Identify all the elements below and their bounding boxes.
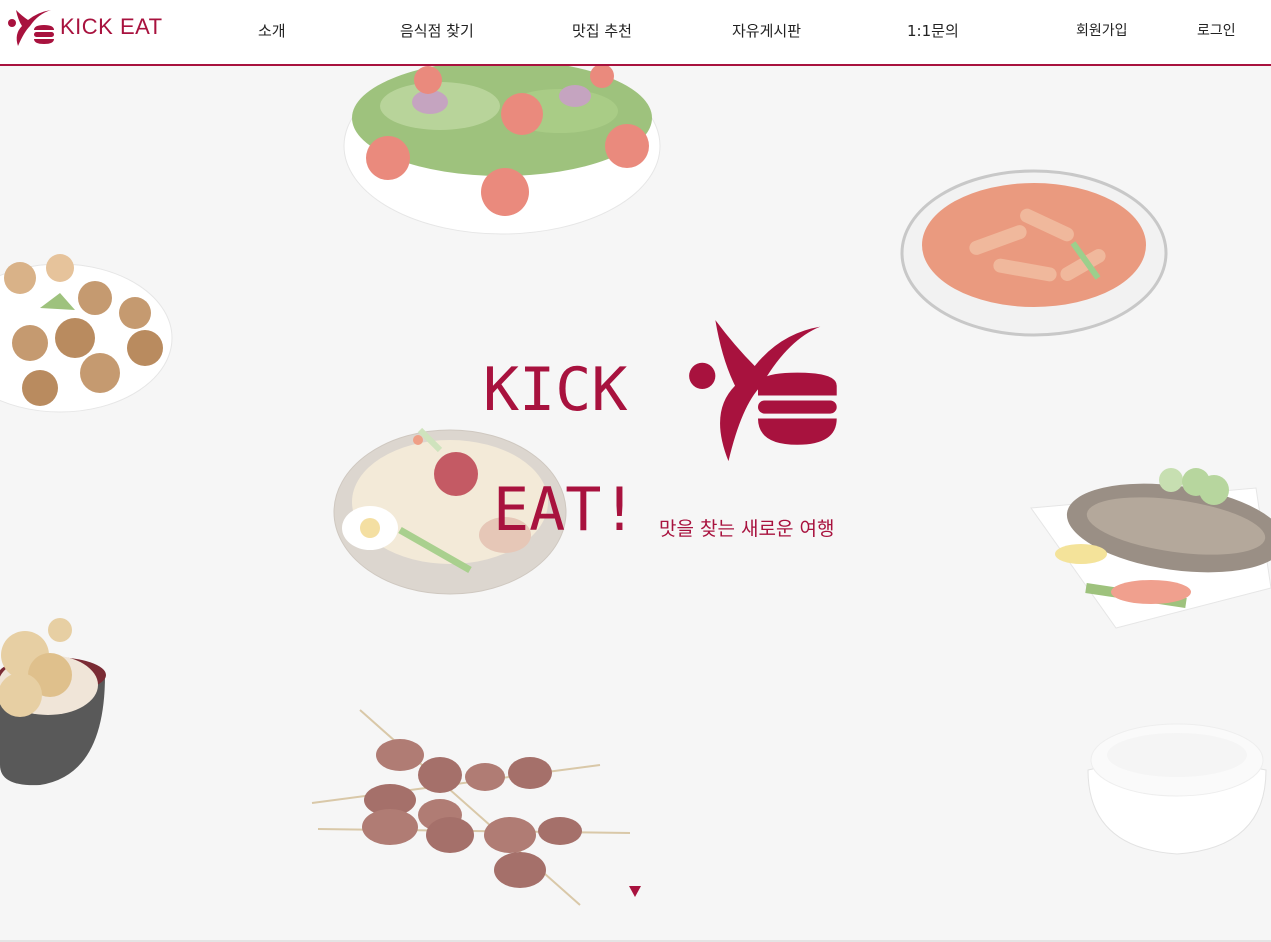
grilled-fish-image <box>1030 468 1271 629</box>
hero-tagline: 맛을 찾는 새로운 여행 <box>659 518 835 540</box>
scroll-down-icon[interactable] <box>629 886 641 897</box>
nav-item-intro[interactable]: 소개 <box>258 20 286 41</box>
nav-item-inquiry[interactable]: 1:1문의 <box>907 20 959 41</box>
croquettes-image <box>0 254 173 413</box>
rice-bowl-image <box>1087 723 1267 855</box>
login-link[interactable]: 로그인 <box>1197 20 1236 40</box>
kick-eat-logo-icon <box>8 10 54 46</box>
kick-eat-hero-logo-icon <box>689 320 837 462</box>
tteokbokki-image <box>900 169 1168 337</box>
signup-link[interactable]: 회원가입 <box>1076 20 1128 40</box>
nav-item-recommend[interactable]: 맛집 추천 <box>572 20 632 41</box>
tempura-rice-bowl-image <box>0 618 106 786</box>
brand-name: KICK EAT <box>60 14 163 39</box>
meat-skewers-image <box>311 709 631 906</box>
nav-item-find-restaurant[interactable]: 음식점 찾기 <box>400 20 474 41</box>
nav-item-free-board[interactable]: 자유게시판 <box>732 20 801 41</box>
brand-home-link[interactable]: KICK EAT <box>4 4 163 50</box>
hero-title-eat: EAT! <box>493 475 638 545</box>
top-navigation-bar: KICK EAT 소개 음식점 찾기 맛집 추천 자유게시판 1:1문의 회원가… <box>0 0 1271 66</box>
salad-image <box>343 66 661 235</box>
hero-title-kick: KICK <box>483 355 628 425</box>
